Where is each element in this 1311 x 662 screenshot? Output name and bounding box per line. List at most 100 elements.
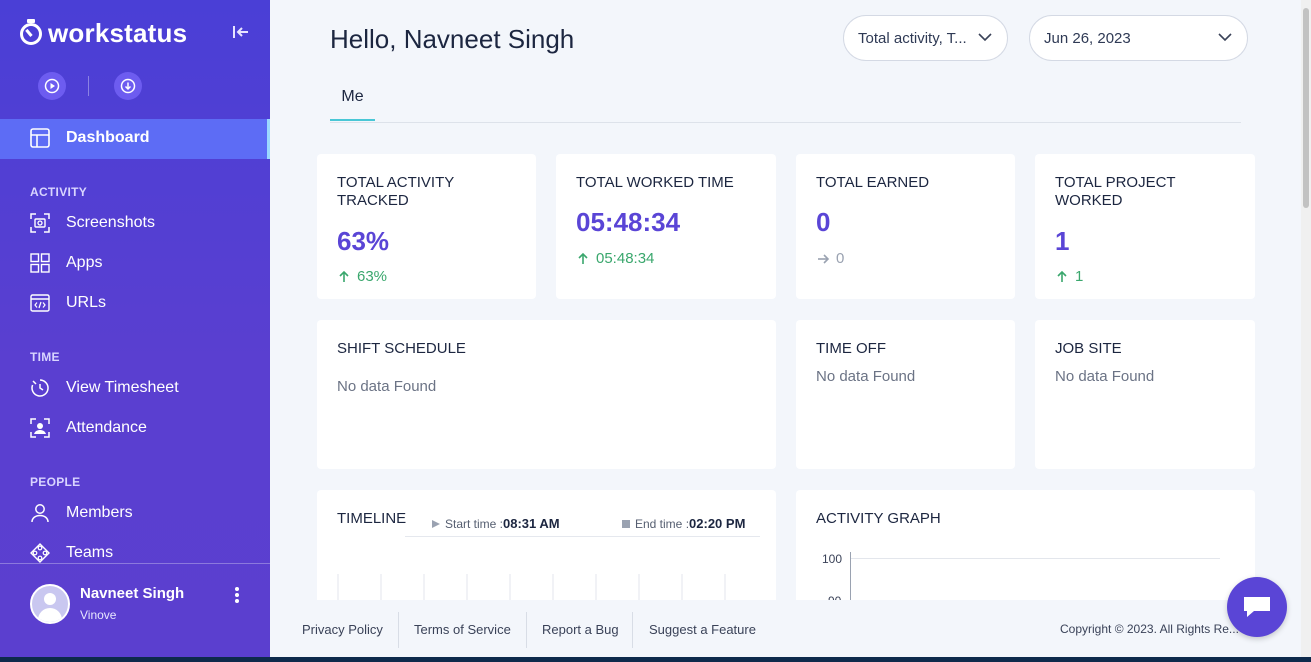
empty-state: No data Found [337, 378, 437, 395]
page-title: Hello, Navneet Singh [330, 24, 575, 54]
date-filter-value: Jun 26, 2023 [1044, 29, 1131, 47]
card-title: TOTAL EARNED [816, 174, 930, 191]
logo-text: workstatus [48, 18, 188, 48]
copyright: Copyright © 2023. All Rights Re... [1060, 622, 1239, 636]
activity-graph-card: ACTIVITY GRAPH 100 90 [796, 490, 1255, 610]
sidebar-item-apps[interactable]: Apps [30, 253, 102, 273]
play-icon [44, 78, 60, 94]
attendance-icon [30, 418, 50, 438]
profile-org: Vinove [80, 608, 117, 622]
time-off-card: TIME OFF No data Found [796, 320, 1015, 469]
stat-value: 63% [337, 226, 390, 256]
stat-value: 0 [816, 207, 831, 237]
activity-filter-select[interactable]: Total activity, T... [843, 15, 1008, 61]
card-title: TOTAL ACTIVITY TRACKED [337, 174, 455, 209]
stat-value: 1 [1055, 226, 1070, 256]
kebab-menu-icon[interactable] [232, 586, 242, 604]
arrow-right-icon [818, 253, 830, 264]
card-title: SHIFT SCHEDULE [337, 340, 466, 357]
taskbar-strip [0, 657, 1311, 662]
divider [526, 612, 527, 648]
stat-delta: 63% [337, 268, 387, 285]
timeline-end: End time :02:20 PM [621, 516, 745, 531]
divider [88, 76, 89, 96]
logo-stopwatch-icon [20, 18, 42, 45]
section-label-time: TIME [30, 350, 60, 364]
download-icon [120, 78, 136, 94]
avatar[interactable] [30, 584, 70, 624]
sidebar-item-members[interactable]: Members [30, 503, 133, 523]
chat-button[interactable] [1227, 577, 1287, 637]
stat-delta: 05:48:34 [576, 250, 654, 267]
stat-card-worked-time: TOTAL WORKED TIME 05:48:34 05:48:34 [556, 154, 776, 299]
user-icon [30, 503, 50, 523]
stat-delta: 1 [1055, 268, 1083, 285]
quick-actions [38, 72, 142, 100]
sidebar-item-attendance[interactable]: Attendance [30, 418, 147, 438]
divider [398, 612, 399, 648]
sidebar-item-label: Members [66, 504, 133, 521]
arrow-up-icon [1057, 270, 1067, 282]
sidebar-item-label: Screenshots [66, 214, 155, 231]
empty-state: No data Found [816, 368, 916, 385]
card-title: TOTAL PROJECT WORKED [1055, 174, 1176, 209]
gridline [850, 558, 1220, 559]
profile-name: Navneet Singh [80, 585, 185, 602]
url-code-icon [30, 293, 50, 313]
arrow-up-icon [339, 270, 349, 282]
footer-link-suggest-feature[interactable]: Suggest a Feature [649, 622, 756, 637]
sidebar-item-view-timesheet[interactable]: View Timesheet [30, 378, 179, 398]
card-title: TOTAL WORKED TIME [576, 174, 734, 191]
tab-me[interactable]: Me [330, 88, 375, 121]
date-filter-select[interactable]: Jun 26, 2023 [1029, 15, 1248, 61]
card-title: TIMELINE [337, 510, 407, 527]
activity-filter-value: Total activity, T... [858, 29, 967, 47]
apps-grid-icon [30, 253, 50, 273]
dashboard-icon [30, 128, 50, 148]
stop-marker-icon [622, 519, 630, 528]
timeline-card: TIMELINE Start time :08:31 AM End time :… [317, 490, 776, 610]
timesheet-icon [30, 378, 50, 398]
play-marker-icon [432, 519, 440, 528]
sidebar-item-label: Apps [66, 254, 103, 271]
divider [0, 563, 270, 564]
download-button[interactable] [114, 72, 142, 100]
screenshot-icon [30, 213, 50, 233]
sidebar-item-urls[interactable]: URLs [30, 293, 106, 313]
sidebar-item-dashboard[interactable]: Dashboard [30, 128, 150, 148]
footer-link-report-bug[interactable]: Report a Bug [542, 622, 619, 637]
scrollbar[interactable] [1301, 0, 1311, 657]
stat-value: 05:48:34 [576, 207, 681, 237]
sidebar-item-label: URLs [66, 294, 107, 311]
sidebar-item-label: Teams [66, 544, 114, 561]
sidebar-item-label: Attendance [66, 419, 147, 436]
teams-icon [30, 543, 50, 563]
play-timer-button[interactable] [38, 72, 66, 100]
sidebar-item-screenshots[interactable]: Screenshots [30, 213, 155, 233]
tab-divider [330, 122, 1241, 123]
footer-link-privacy[interactable]: Privacy Policy [302, 622, 383, 637]
y-tick-label: 100 [822, 552, 843, 566]
footer-link-terms[interactable]: Terms of Service [414, 622, 511, 637]
card-title: JOB SITE [1055, 340, 1122, 357]
job-site-card: JOB SITE No data Found [1035, 320, 1255, 469]
chevron-down-icon [978, 33, 992, 42]
scrollbar-thumb[interactable] [1303, 8, 1309, 208]
stat-card-activity: TOTAL ACTIVITY TRACKED 63% 63% [317, 154, 536, 299]
section-label-people: PEOPLE [30, 475, 81, 489]
shift-schedule-card: SHIFT SCHEDULE No data Found [317, 320, 776, 469]
chat-bubble-icon [1244, 597, 1270, 617]
stat-card-earned: TOTAL EARNED 0 0 [796, 154, 1015, 299]
sidebar-item-teams[interactable]: Teams [30, 543, 113, 563]
arrow-up-icon [578, 252, 588, 264]
card-title: ACTIVITY GRAPH [816, 510, 941, 527]
sidebar: workstatus Dashboard ACTIVITY Screenshot… [0, 0, 270, 662]
footer: Privacy Policy Terms of Service Report a… [270, 600, 1311, 657]
collapse-sidebar-icon[interactable] [232, 24, 250, 45]
logo[interactable]: workstatus [20, 18, 187, 49]
divider [632, 612, 633, 648]
sidebar-item-label: View Timesheet [66, 379, 179, 396]
timeline-start: Start time :08:31 AM [431, 516, 560, 531]
section-label-activity: ACTIVITY [30, 185, 88, 199]
chevron-down-icon [1218, 33, 1232, 42]
